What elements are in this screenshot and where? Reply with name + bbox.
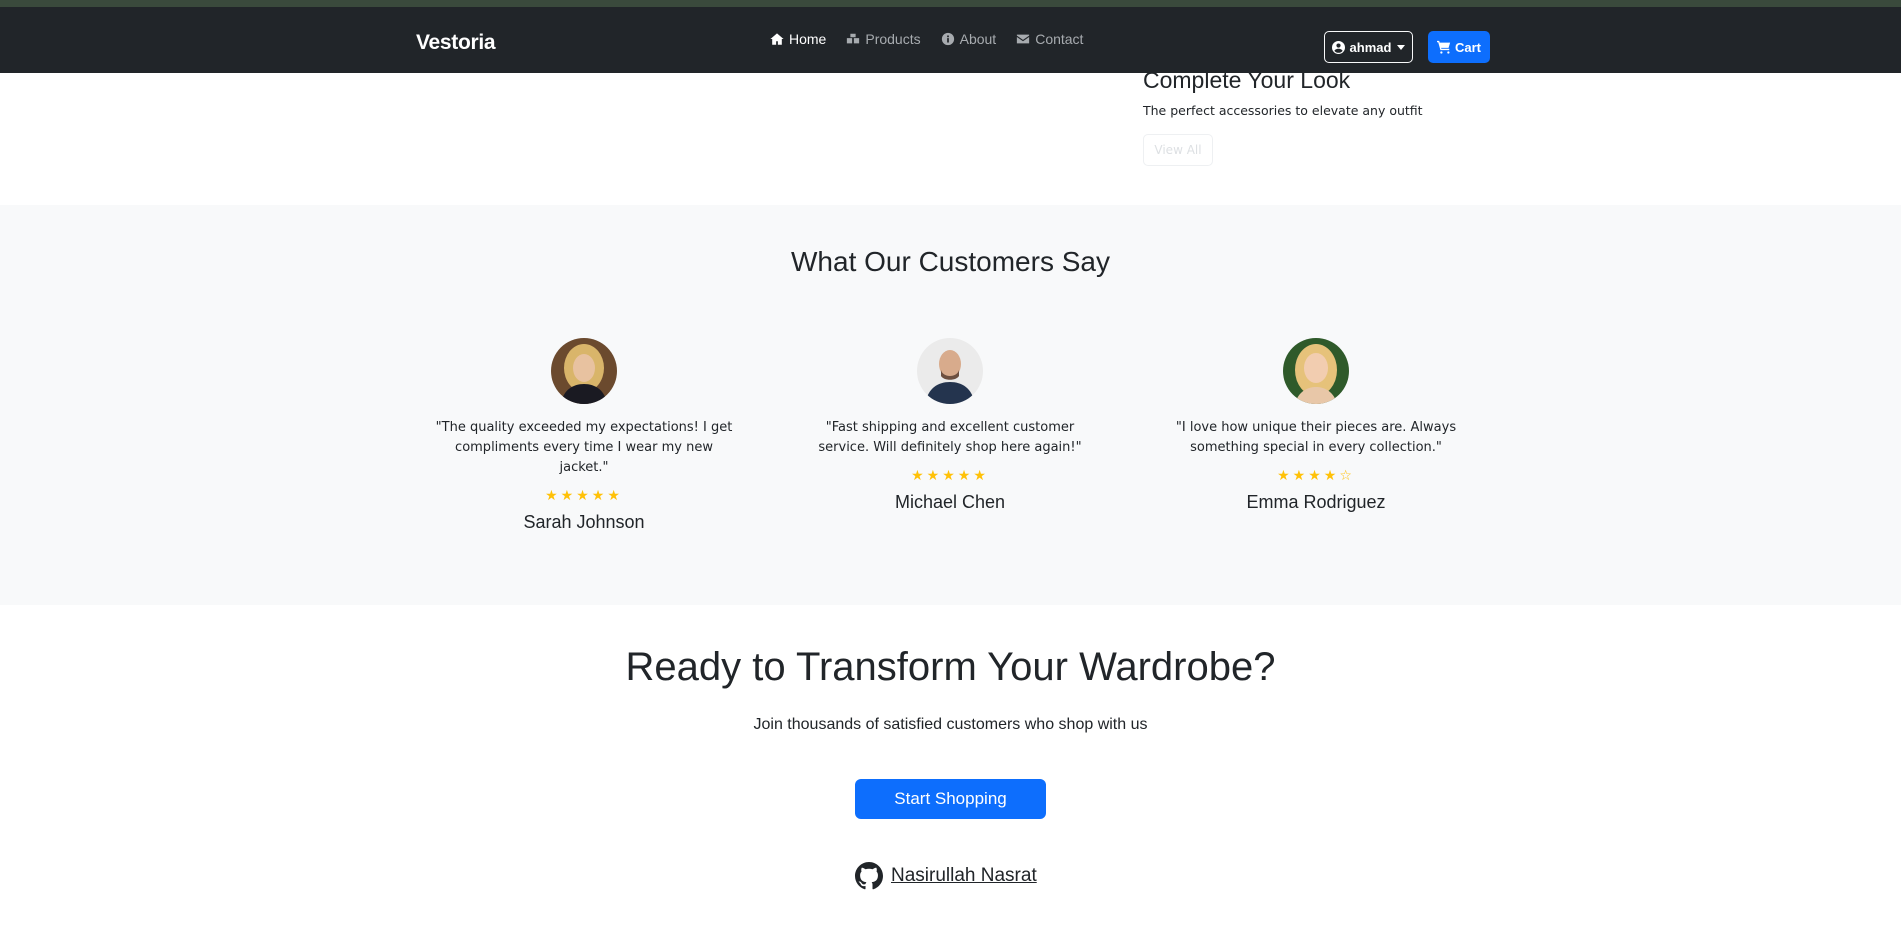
github-icon — [855, 862, 883, 890]
testimonials-section: What Our Customers Say "The quality exce… — [0, 205, 1901, 605]
view-all-button[interactable]: View All — [1143, 134, 1213, 166]
cta-subtitle: Join thousands of satisfied customers wh… — [753, 716, 1148, 733]
chevron-down-icon — [1397, 44, 1406, 50]
nav-links: Home Products About Contact — [770, 31, 1083, 47]
cart-label: Cart — [1454, 39, 1481, 55]
avatar — [917, 338, 983, 404]
look-title: Complete Your Look — [1143, 67, 1351, 93]
envelope-icon — [1017, 34, 1030, 44]
testimonial-quote: "I love how unique their pieces are. Alw… — [1175, 420, 1457, 455]
star-rating: ★★★★★ — [911, 468, 989, 484]
nav-link-about[interactable]: About — [941, 31, 997, 47]
customer-name: Sarah Johnson — [523, 512, 645, 532]
look-subtitle: The perfect accessories to elevate any o… — [1143, 103, 1423, 118]
nav-link-contact[interactable]: Contact — [1016, 31, 1083, 47]
home-icon — [770, 33, 784, 45]
testimonial-quote: "Fast shipping and excellent customer se… — [818, 420, 1082, 455]
github-link[interactable]: Nasirullah Nasrat — [855, 862, 1037, 890]
avatar — [551, 338, 617, 404]
user-name: ahmad — [1349, 39, 1392, 55]
avatar — [1283, 338, 1349, 404]
cart-button[interactable]: Cart — [1428, 31, 1490, 63]
user-circle-icon — [1331, 40, 1345, 54]
nav-link-label: Home — [789, 31, 827, 47]
github-label: Nasirullah Nasrat — [891, 865, 1037, 886]
navbar: Vestoria Home Products About Contact ahm… — [0, 7, 1901, 73]
nav-link-label: Products — [865, 31, 921, 47]
nav-link-products[interactable]: Products — [846, 31, 921, 47]
star-rating: ★★★★☆ — [1277, 468, 1355, 484]
cta-title: Ready to Transform Your Wardrobe? — [625, 645, 1276, 689]
testimonials-title: What Our Customers Say — [791, 246, 1110, 277]
nav-link-label: About — [959, 31, 997, 47]
star-rating: ★★★★★ — [545, 488, 623, 504]
brand-logo[interactable]: Vestoria — [416, 31, 496, 55]
top-accent-bar — [0, 0, 1901, 7]
boxes-icon — [847, 33, 860, 44]
user-dropdown-button[interactable]: ahmad — [1324, 31, 1413, 63]
cart-icon — [1436, 40, 1451, 54]
customer-name: Emma Rodriguez — [1246, 492, 1386, 512]
start-shopping-button[interactable]: Start Shopping — [855, 779, 1046, 819]
customer-name: Michael Chen — [894, 492, 1006, 512]
nav-link-home[interactable]: Home — [770, 31, 826, 47]
info-icon — [941, 32, 954, 46]
nav-link-label: Contact — [1035, 31, 1084, 47]
testimonial-card: "Fast shipping and excellent customer se… — [800, 338, 1100, 513]
testimonial-card: "I love how unique their pieces are. Alw… — [1166, 338, 1466, 513]
testimonial-card: "The quality exceeded my expectations! I… — [434, 338, 734, 533]
testimonial-quote: "The quality exceeded my expectations! I… — [435, 420, 733, 475]
